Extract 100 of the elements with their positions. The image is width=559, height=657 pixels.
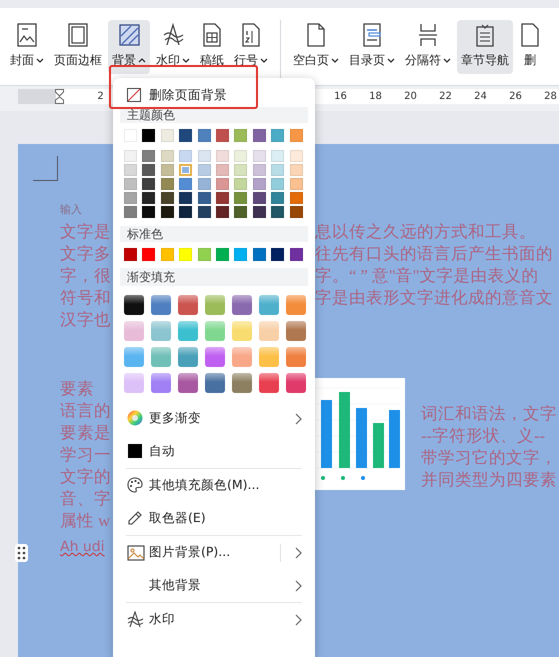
body-text-line: 文字的 — [60, 466, 111, 488]
gradient-swatch[interactable] — [205, 295, 225, 315]
gradient-swatch[interactable] — [286, 321, 306, 341]
gradient-swatch[interactable] — [205, 321, 225, 341]
grid-paper-icon — [201, 23, 223, 47]
gradient-swatch[interactable] — [124, 321, 144, 341]
body-text-line: 学习一 — [60, 444, 111, 466]
ruler-number: 18 — [368, 91, 383, 102]
watermark-icon — [162, 23, 184, 47]
menu-item[interactable]: 删除页面背景 — [120, 84, 233, 106]
gradient-swatch[interactable] — [232, 373, 252, 393]
toolbar-button[interactable]: 稿纸 — [196, 20, 228, 74]
drag-handle-icon[interactable] — [15, 544, 28, 562]
toolbar-button[interactable]: 封面 — [6, 20, 48, 74]
gradient-swatch[interactable] — [232, 321, 252, 341]
body-text-line: 文字是 — [60, 221, 111, 243]
line-numbers-icon — [240, 23, 262, 47]
body-text-line: 带学习它的文字， — [421, 447, 557, 469]
gradient-swatch[interactable] — [124, 347, 144, 367]
gradient-swatch[interactable] — [151, 373, 171, 393]
toolbar-button[interactable]: 空白页 — [289, 20, 343, 74]
toolbar-button[interactable]: 页面边框 — [50, 20, 106, 74]
chapter-navigation-icon — [474, 23, 496, 47]
section-header: 主题颜色 — [120, 107, 308, 123]
body-text-line: 文字多 — [60, 243, 111, 265]
picture-icon — [127, 544, 145, 561]
ruler-number: 16 — [333, 91, 348, 102]
ruler-number: 26 — [508, 91, 523, 102]
gradient-swatch[interactable] — [178, 321, 198, 341]
body-text-line: 往先有口头的语言后产生书面的 — [315, 243, 553, 265]
gradient-swatch[interactable] — [259, 321, 279, 341]
gradient-swatch[interactable] — [259, 295, 279, 315]
body-text-line: 字，很 — [60, 265, 111, 287]
indent-marker-icon[interactable] — [55, 89, 64, 104]
body-text-line: 字是由表形文字进化成的意音文 — [315, 287, 553, 309]
gradient-swatch[interactable] — [232, 295, 252, 315]
gradient-swatch[interactable] — [151, 321, 171, 341]
toolbar-button[interactable]: 背景 — [108, 20, 150, 74]
body-text-line: Ah udi — [60, 538, 105, 557]
body-text-line: 并同类型为四要素 — [421, 469, 557, 491]
menu-item[interactable]: 其他背景 — [120, 569, 308, 602]
menu-item[interactable]: 水印 — [120, 603, 308, 636]
gradient-swatch[interactable] — [124, 295, 144, 315]
menu-item[interactable]: 其他填充颜色(M)... — [120, 469, 308, 502]
gradient-swatch[interactable] — [286, 347, 306, 367]
body-text-line: 符号和 — [60, 287, 111, 309]
body-text-line: 息以传之久远的方式和工具。 — [315, 221, 536, 243]
ruler-margin — [18, 89, 56, 104]
body-text-line: 语言的 — [60, 400, 111, 422]
gradient-swatch[interactable] — [151, 295, 171, 315]
color-swatch[interactable] — [179, 164, 192, 176]
input-hint: 输入 — [60, 203, 82, 217]
gradient-swatch[interactable] — [124, 373, 144, 393]
gradient-swatch[interactable] — [205, 347, 225, 367]
gradient-swatch[interactable] — [178, 373, 198, 393]
blank-page-icon — [305, 23, 327, 47]
body-text-line: 汉字也 — [60, 309, 111, 331]
ruler-number: 24 — [473, 91, 488, 102]
menu-item[interactable]: 取色器(E) — [120, 502, 308, 535]
gradient-swatch[interactable] — [178, 347, 198, 367]
toolbar-button[interactable]: 水印 — [152, 20, 194, 74]
palette-icon — [127, 477, 145, 494]
table-of-contents-icon — [361, 23, 383, 47]
section-header: 标准色 — [120, 226, 308, 242]
body-text-line: --字符形状、义-- — [421, 425, 545, 447]
hatched-background-icon — [118, 23, 140, 47]
watermark-icon — [127, 611, 145, 628]
ruler-number: 28 — [543, 91, 558, 102]
toolbar-button[interactable]: 章节导航 — [457, 20, 513, 74]
toolbar-button[interactable]: 目录页 — [345, 20, 399, 74]
body-text-line: 要素是 — [60, 422, 111, 444]
menu-item[interactable]: 图片背景(P)... — [120, 536, 308, 569]
ruler-number: 20 — [403, 91, 418, 102]
gradient-swatch[interactable] — [286, 295, 306, 315]
menu-item[interactable]: 自动 — [120, 435, 308, 468]
ruler-number: 2 — [96, 91, 105, 102]
body-text-line: 词汇和语法，文字 — [421, 403, 557, 425]
toolbar-button[interactable]: 分隔符 — [401, 20, 455, 74]
body-text-line: 属性 w — [60, 510, 110, 532]
corner-mark-icon — [33, 156, 58, 181]
page-border-icon — [67, 23, 89, 47]
body-text-line: 音、字 — [60, 488, 111, 510]
gradient-swatch[interactable] — [286, 373, 306, 393]
gradient-swatch[interactable] — [205, 373, 225, 393]
section-heading: 要素 — [60, 378, 94, 400]
color-wheel-icon — [127, 410, 145, 427]
page-break-icon — [417, 23, 439, 47]
gradient-swatch[interactable] — [259, 347, 279, 367]
gradient-swatch[interactable] — [232, 347, 252, 367]
slashed-square-icon — [127, 88, 141, 102]
cover-page-icon — [16, 23, 38, 47]
gradient-swatch[interactable] — [259, 373, 279, 393]
section-header: 渐变填充 — [120, 268, 308, 286]
gradient-swatch[interactable] — [178, 295, 198, 315]
ruler-number: 22 — [438, 91, 453, 102]
toolbar-button[interactable]: 删 — [515, 20, 545, 74]
body-text-line: 字。“ ” 意"音"文字是由表义的 — [315, 265, 538, 287]
filled-square-icon — [127, 443, 145, 460]
gradient-swatch[interactable] — [151, 347, 171, 367]
menu-item[interactable]: 更多渐变 — [120, 402, 308, 435]
